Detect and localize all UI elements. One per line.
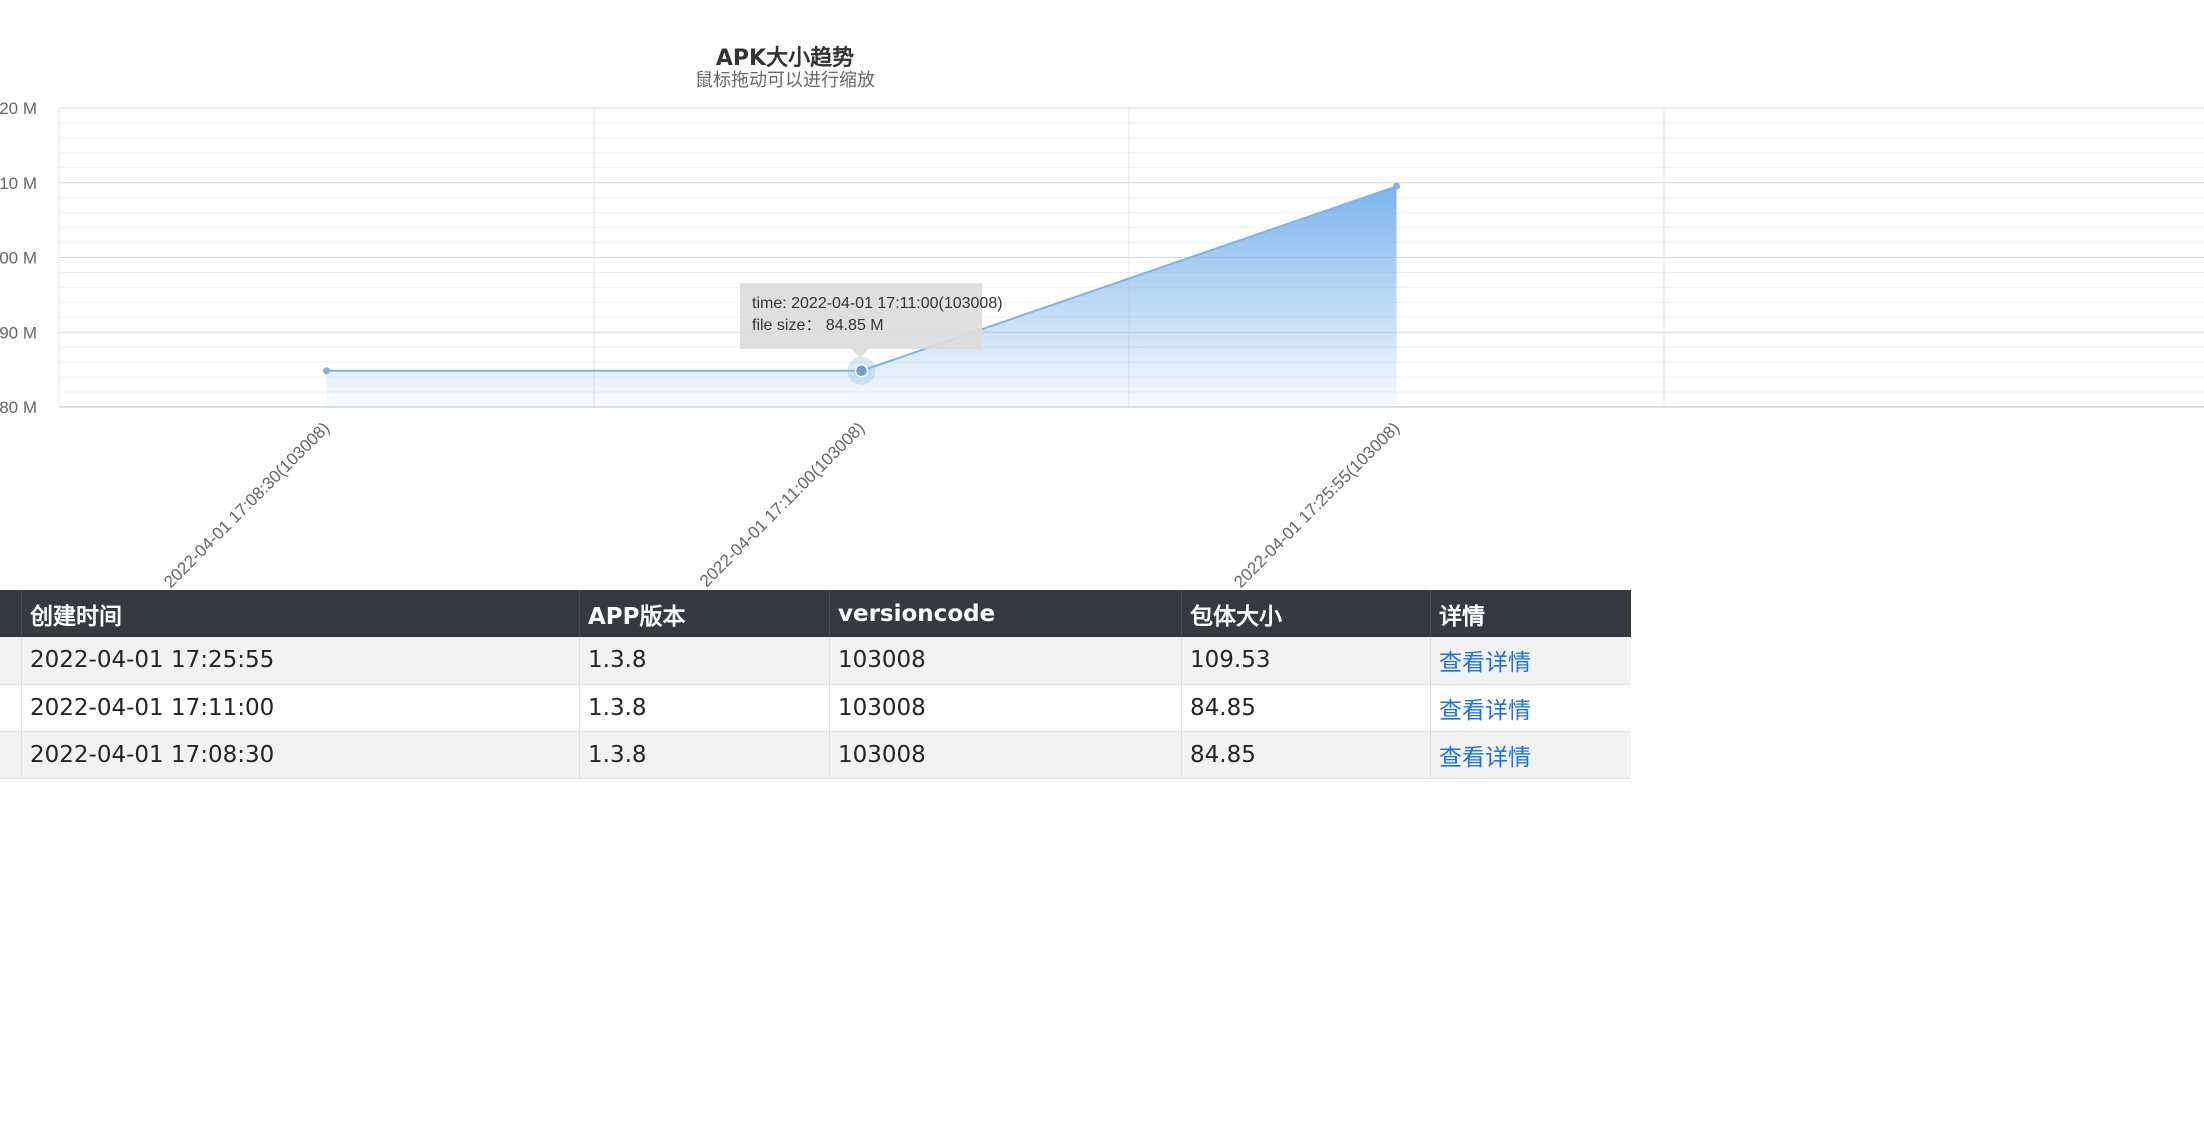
created-time-cell: 2022-04-01 17:08:30 bbox=[21, 731, 580, 779]
tooltip-file-size: file size： 84.85 M bbox=[752, 317, 884, 334]
apk-history-table: 创建时间 APP版本 versioncode 包体大小 详情 2022-04-0… bbox=[0, 590, 1631, 779]
y-tick-label: 90 M bbox=[0, 323, 37, 342]
table-row: 2022-04-01 17:25:55 1.3.8 103008 109.53 … bbox=[0, 637, 1631, 685]
versioncode-cell: 103008 bbox=[829, 684, 1182, 732]
data-point bbox=[323, 367, 330, 375]
header-versioncode: versioncode bbox=[829, 590, 1182, 637]
tooltip-time: time: 2022-04-01 17:11:00(103008) bbox=[752, 295, 1003, 312]
data-point bbox=[854, 363, 869, 378]
data-point bbox=[1393, 182, 1400, 190]
x-tick-label: 2022-04-01 17:11:00(103008) bbox=[696, 418, 868, 590]
package-size-cell: 84.85 bbox=[1181, 731, 1431, 779]
table-row: 2022-04-01 17:08:30 1.3.8 103008 84.85 查… bbox=[0, 731, 1631, 779]
x-tick-label: 2022-04-01 17:25:55(103008) bbox=[1230, 418, 1403, 591]
versioncode-cell: 103008 bbox=[829, 731, 1182, 779]
package-size-cell: 84.85 bbox=[1181, 684, 1431, 732]
y-tick-label: 100 M bbox=[0, 249, 37, 268]
y-tick-label: 80 M bbox=[0, 398, 37, 417]
app-version-cell: 1.3.8 bbox=[579, 684, 830, 732]
row-index-cell bbox=[0, 637, 22, 685]
details-cell: 查看详情 bbox=[1430, 684, 1631, 732]
created-time-cell: 2022-04-01 17:11:00 bbox=[21, 684, 580, 732]
app-version-cell: 1.3.8 bbox=[579, 731, 830, 779]
header-package-size: 包体大小 bbox=[1181, 590, 1431, 637]
row-index-cell bbox=[0, 731, 22, 779]
header-created-time: 创建时间 bbox=[21, 590, 580, 637]
details-cell: 查看详情 bbox=[1430, 731, 1631, 779]
package-size-cell: 109.53 bbox=[1181, 637, 1431, 685]
table-header-row: 创建时间 APP版本 versioncode 包体大小 详情 bbox=[0, 590, 1631, 637]
y-tick-label: 120 M bbox=[0, 99, 37, 118]
header-app-version: APP版本 bbox=[579, 590, 830, 637]
view-details-link[interactable]: 查看详情 bbox=[1439, 698, 1531, 724]
y-tick-label: 110 M bbox=[0, 174, 37, 193]
x-tick-label: 2022-04-01 17:08:30(103008) bbox=[160, 418, 333, 591]
view-details-link[interactable]: 查看详情 bbox=[1439, 745, 1531, 771]
table-row: 2022-04-01 17:11:00 1.3.8 103008 84.85 查… bbox=[0, 684, 1631, 732]
header-index bbox=[0, 590, 22, 637]
app-version-cell: 1.3.8 bbox=[579, 637, 830, 685]
details-cell: 查看详情 bbox=[1430, 637, 1631, 685]
view-details-link[interactable]: 查看详情 bbox=[1439, 650, 1531, 676]
versioncode-cell: 103008 bbox=[829, 637, 1182, 685]
header-details: 详情 bbox=[1430, 590, 1631, 637]
row-index-cell bbox=[0, 684, 22, 732]
created-time-cell: 2022-04-01 17:25:55 bbox=[21, 637, 580, 685]
chart-tooltip: time: 2022-04-01 17:11:00(103008) file s… bbox=[740, 283, 1003, 358]
